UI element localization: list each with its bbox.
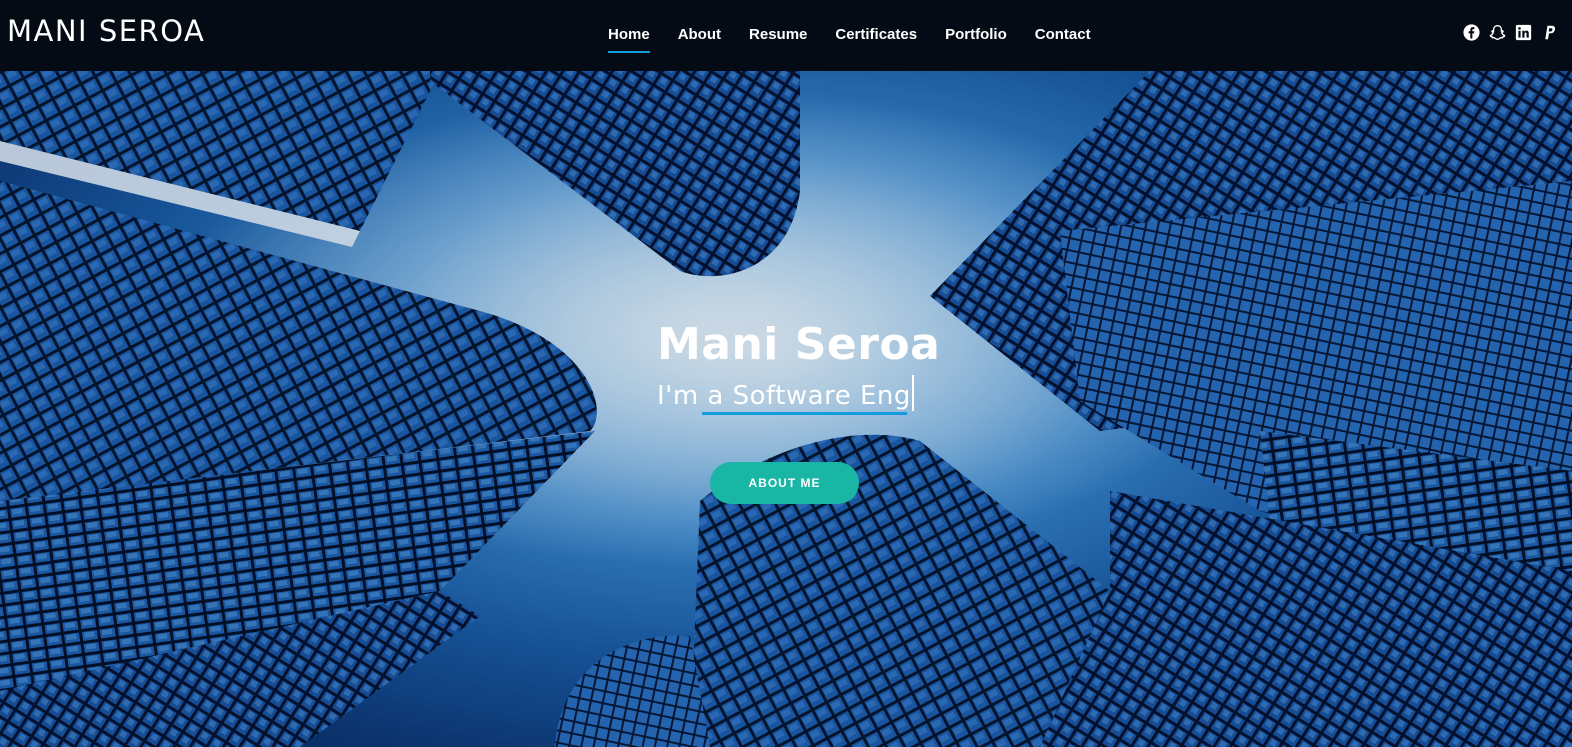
hero-title: Mani Seroa	[657, 319, 941, 370]
hero-content: Mani Seroa I'm a Software Eng ABOUT ME	[0, 71, 1572, 747]
typed-text: I'm a Software Eng	[657, 381, 911, 411]
site-logo[interactable]: MANI SEROA	[7, 14, 205, 48]
main-nav: Home About Resume Certificates Portfolio…	[608, 0, 1091, 71]
hero-subtitle: I'm a Software Eng	[657, 375, 914, 411]
linkedin-link[interactable]	[1515, 24, 1532, 41]
paypal-icon	[1545, 25, 1556, 40]
page: MANI SEROA Home About Resume Certificate…	[0, 0, 1572, 747]
social-links	[1463, 24, 1558, 41]
typing-cursor	[911, 375, 914, 411]
snapchat-icon	[1489, 25, 1506, 40]
facebook-icon	[1463, 24, 1480, 41]
nav-link-resume[interactable]: Resume	[749, 26, 807, 45]
site-header: MANI SEROA Home About Resume Certificate…	[0, 0, 1572, 71]
nav-link-certificates[interactable]: Certificates	[835, 26, 917, 45]
linkedin-icon	[1515, 24, 1532, 41]
nav-link-portfolio[interactable]: Portfolio	[945, 26, 1007, 45]
facebook-link[interactable]	[1463, 24, 1480, 41]
paypal-link[interactable]	[1541, 24, 1558, 41]
hero-section: Mani Seroa I'm a Software Eng ABOUT ME	[0, 71, 1572, 747]
nav-link-home[interactable]: Home	[608, 26, 650, 53]
subtitle-underline	[702, 412, 907, 415]
about-me-button[interactable]: ABOUT ME	[710, 462, 859, 504]
nav-link-about[interactable]: About	[678, 26, 721, 45]
nav-link-contact[interactable]: Contact	[1035, 26, 1091, 45]
snapchat-link[interactable]	[1489, 24, 1506, 41]
